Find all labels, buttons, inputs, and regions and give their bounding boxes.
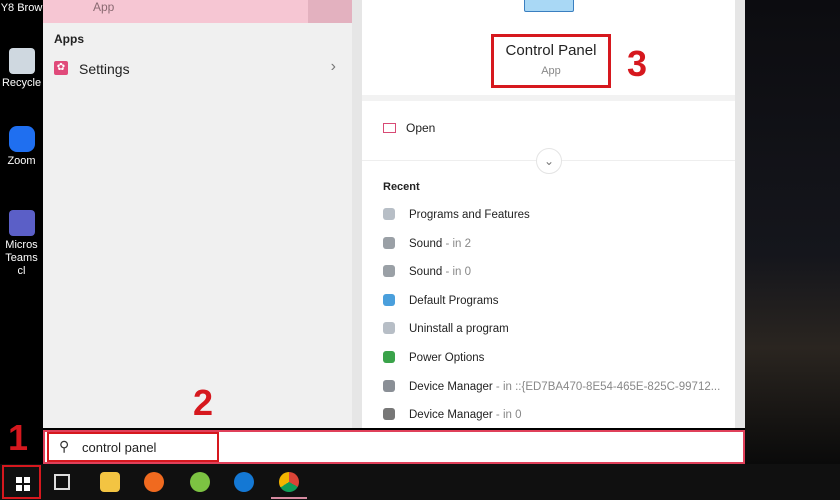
recent-item[interactable]: Device Manager - in 0 <box>383 408 522 428</box>
recent-item[interactable]: Power Options <box>383 351 484 371</box>
apps-section-heading: Apps <box>54 32 84 46</box>
result-settings[interactable]: ✿ Settings › <box>43 56 352 82</box>
recent-item[interactable]: Device Manager - in ::{ED7BA470-8E54-465… <box>383 379 720 400</box>
best-match-expand[interactable] <box>308 0 352 23</box>
recent-item[interactable]: Sound - in 0 <box>383 265 471 285</box>
start-button[interactable] <box>2 465 41 499</box>
control-panel-item-icon <box>383 236 395 249</box>
open-icon <box>383 123 396 133</box>
firefox-icon[interactable] <box>144 472 164 492</box>
desktop-icon-zoom[interactable]: Zoom <box>0 126 43 168</box>
zoom-icon <box>8 126 35 152</box>
annotation-3: 3 <box>627 43 648 84</box>
taskbar <box>0 464 840 500</box>
desktop-icon-teams[interactable]: Micros Teams cl <box>0 210 43 278</box>
desktop-icon-recycle-bin[interactable]: Recycle <box>0 48 43 90</box>
chrome-icon[interactable] <box>279 472 299 492</box>
best-match-item[interactable]: App <box>43 0 352 23</box>
control-panel-item-icon <box>383 293 395 306</box>
desktop-wallpaper <box>745 0 840 464</box>
results-pane: App Apps ✿ Settings › <box>43 0 352 428</box>
control-panel-item-icon <box>383 351 395 363</box>
active-indicator <box>271 497 307 499</box>
control-panel-title-box[interactable]: Control Panel App <box>491 34 611 88</box>
gear-icon: ✿ <box>54 61 68 75</box>
open-action[interactable]: Open <box>383 121 435 135</box>
coc-coc-icon[interactable] <box>190 472 210 492</box>
file-explorer-icon[interactable] <box>100 472 120 492</box>
annotation-2: 2 <box>193 382 214 423</box>
search-icon: ⚲ <box>59 438 70 454</box>
windows-icon <box>16 477 30 491</box>
app-header: Control Panel App 3 <box>362 0 735 101</box>
control-panel-item-icon <box>383 379 395 392</box>
control-panel-item-icon <box>383 408 395 421</box>
recent-item[interactable]: Default Programs <box>383 293 498 314</box>
control-panel-icon <box>524 0 574 12</box>
recent-item[interactable]: Programs and Features <box>383 208 530 228</box>
edge-icon[interactable] <box>234 472 254 492</box>
search-bar[interactable]: ⚲ control panel <box>43 430 745 464</box>
recent-item[interactable]: Sound - in 2 <box>383 236 471 257</box>
task-view-icon[interactable] <box>54 474 70 490</box>
chevron-right-icon[interactable]: › <box>331 58 336 76</box>
app-title: Control Panel <box>505 42 597 59</box>
expand-chevron-button[interactable]: ⌄ <box>536 148 562 174</box>
recent-item[interactable]: Uninstall a program <box>383 322 509 342</box>
details-pane: Control Panel App 3 Open ⌄ Recent Progra… <box>362 0 735 428</box>
recent-heading: Recent <box>383 181 420 193</box>
teams-icon <box>8 210 35 236</box>
recycle-bin-icon <box>8 48 35 74</box>
start-menu: App Apps ✿ Settings › Control Panel App … <box>43 0 745 428</box>
control-panel-item-icon <box>383 208 395 220</box>
app-type: App <box>541 65 561 77</box>
annotation-1: 1 <box>8 417 29 458</box>
control-panel-item-icon <box>383 265 395 278</box>
desktop-icon-y8-browser[interactable]: Y8 Brow <box>0 2 43 15</box>
search-input[interactable]: ⚲ control panel <box>47 432 219 462</box>
control-panel-item-icon <box>383 322 395 335</box>
